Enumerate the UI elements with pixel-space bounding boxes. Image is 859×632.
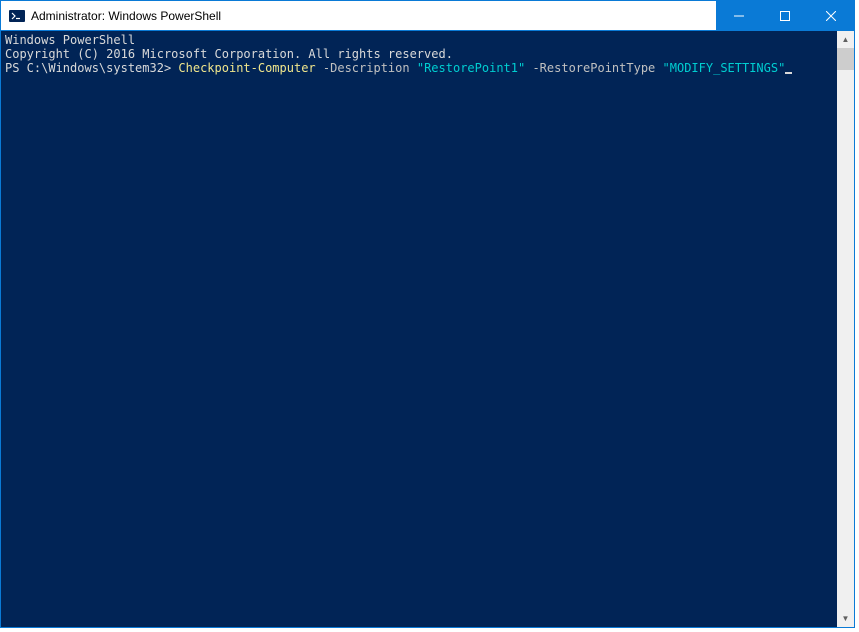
- scroll-down-arrow[interactable]: ▼: [837, 610, 854, 627]
- minimize-button[interactable]: [716, 1, 762, 30]
- output-line: Copyright (C) 2016 Microsoft Corporation…: [5, 47, 833, 61]
- param-description: -Description: [323, 61, 410, 75]
- scroll-track[interactable]: [837, 48, 854, 610]
- vertical-scrollbar[interactable]: ▲ ▼: [837, 31, 854, 627]
- window-title: Administrator: Windows PowerShell: [31, 9, 716, 23]
- cmdlet: Checkpoint-Computer: [178, 61, 315, 75]
- titlebar[interactable]: Administrator: Windows PowerShell: [1, 1, 854, 31]
- scroll-thumb[interactable]: [837, 48, 854, 70]
- window-controls: [716, 1, 854, 30]
- output-line: Windows PowerShell: [5, 33, 833, 47]
- maximize-button[interactable]: [762, 1, 808, 30]
- powershell-icon: [9, 8, 25, 24]
- value-description: "RestorePoint1": [417, 61, 525, 75]
- close-button[interactable]: [808, 1, 854, 30]
- value-restoretype: "MODIFY_SETTINGS": [663, 61, 786, 75]
- command-line: PS C:\Windows\system32> Checkpoint-Compu…: [5, 61, 833, 75]
- powershell-window: Administrator: Windows PowerShell Window…: [0, 0, 855, 628]
- terminal-content[interactable]: Windows PowerShellCopyright (C) 2016 Mic…: [1, 31, 837, 627]
- cursor: [785, 72, 792, 74]
- scroll-up-arrow[interactable]: ▲: [837, 31, 854, 48]
- param-restoretype: -RestorePointType: [532, 61, 655, 75]
- prompt: PS C:\Windows\system32>: [5, 61, 178, 75]
- terminal-area: Windows PowerShellCopyright (C) 2016 Mic…: [1, 31, 854, 627]
